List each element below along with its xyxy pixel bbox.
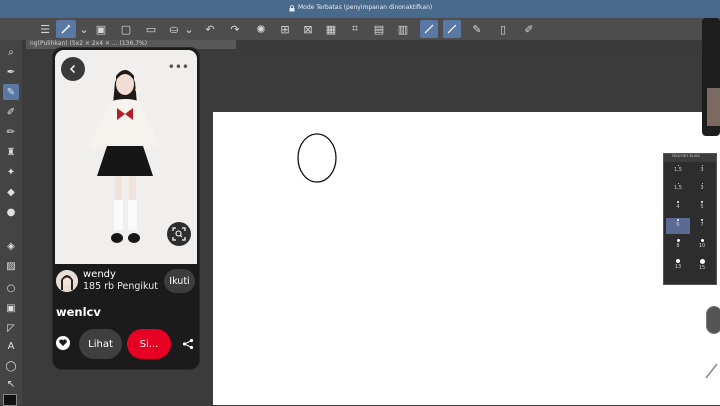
phone-icon[interactable]: ▯ xyxy=(494,20,512,38)
balloon-icon[interactable]: ◯ xyxy=(3,358,19,374)
pencil-active-icon[interactable] xyxy=(443,20,461,38)
back-button[interactable] xyxy=(61,57,85,81)
brush-size-option[interactable]: 7 xyxy=(690,218,714,234)
brush-size-panel: Ukuran kuas 1,5 3 1,5 3 4 5 6 7 8 10 13 … xyxy=(663,153,717,285)
select-icon[interactable] xyxy=(56,20,76,38)
comment-button[interactable] xyxy=(56,336,70,350)
save-button[interactable]: Si... xyxy=(127,329,171,359)
brush-size-option[interactable]: 1,5 xyxy=(666,182,690,198)
brush-size-option[interactable]: 15 xyxy=(690,258,714,274)
transform-icon[interactable]: ⊠ xyxy=(299,20,317,38)
brush-size-header: Ukuran kuas xyxy=(664,154,716,162)
visual-search-button[interactable] xyxy=(167,222,191,246)
follower-count: 185 rb Pengikut xyxy=(83,281,158,292)
pin-image[interactable]: ••• xyxy=(55,50,197,264)
pinterest-overlay: ••• wendy 185 rb Pengikut Ikuti wenlcv L… xyxy=(52,47,200,370)
chevron-left-icon xyxy=(69,64,76,74)
brush-size-option[interactable]: 3 xyxy=(690,164,714,180)
frame-icon[interactable]: ▣ xyxy=(3,300,19,316)
undo-icon[interactable]: ↶ xyxy=(201,20,219,38)
open-icon[interactable]: ▭ xyxy=(142,20,160,38)
main-toolbar: ☰ ⌄ ▣ ▢ ▭ ⛀ ⌄ ↶ ↷ ✺ ⊞ ⊠ ▦ ⌗ ▤ ▥ ✎ ▯ ✐ xyxy=(0,18,720,40)
pen-icon[interactable] xyxy=(420,20,438,38)
user-name[interactable]: wendy xyxy=(83,269,116,280)
color-swatch[interactable] xyxy=(3,394,17,406)
brush-size-option[interactable]: 5 xyxy=(690,200,714,216)
water-icon[interactable]: ● xyxy=(3,204,19,220)
brush-size-option[interactable]: 8 xyxy=(666,238,690,254)
pen-tool-icon[interactable]: ✎ xyxy=(3,84,19,100)
grid-icon[interactable]: ⊞ xyxy=(276,20,294,38)
shape-circle-icon[interactable]: ○ xyxy=(3,280,19,296)
chevron-down-icon[interactable]: ⌄ xyxy=(75,20,93,38)
heart-icon xyxy=(59,339,67,346)
mask-icon[interactable]: ▥ xyxy=(394,20,412,38)
lens-icon xyxy=(172,227,186,241)
navigator-thumbnail xyxy=(707,88,720,126)
eraser-icon[interactable]: ◆ xyxy=(3,184,19,200)
edit-check-icon[interactable]: ✐ xyxy=(520,20,538,38)
side-handle[interactable] xyxy=(706,306,720,334)
document-tab-label: ng(Pulihkan) (5x2 × 2x4 × ... (136,7%) xyxy=(30,40,148,47)
window-title: Mode Terbatas (penyimpanan dinonaktifkan… xyxy=(298,4,433,11)
clear-icon[interactable]: ▦ xyxy=(322,20,340,38)
fill-icon[interactable]: ▤ xyxy=(370,20,388,38)
layer-icon[interactable]: ▣ xyxy=(92,20,110,38)
egg-sketch xyxy=(297,133,337,183)
share-button[interactable] xyxy=(180,336,196,352)
bucket-icon[interactable]: ◈ xyxy=(3,238,19,254)
drawing-canvas[interactable] xyxy=(213,112,720,405)
brush-size-option[interactable]: 3 xyxy=(690,182,714,198)
sparkle-icon[interactable]: ✦ xyxy=(3,164,19,180)
pin-title: wenlcv xyxy=(56,305,101,319)
view-button[interactable]: Lihat xyxy=(79,329,122,359)
marker-icon[interactable]: ✏ xyxy=(3,124,19,140)
eyedropper-icon[interactable]: ✒ xyxy=(3,64,19,80)
move-icon[interactable]: ↖ xyxy=(3,376,19,392)
tool-bar: ⌕ ✒ ✎ ✐ ✏ ♜ ✦ ◆ ● ◈ ▨ ○ ▣ ◸ A ◯ ↖ xyxy=(0,40,22,406)
more-options-button[interactable]: ••• xyxy=(168,60,189,74)
brush-size-option[interactable]: 10 xyxy=(690,238,714,254)
navigator-panel[interactable] xyxy=(702,18,720,136)
brush-size-option[interactable]: 4 xyxy=(666,200,690,216)
export-icon[interactable]: ⌄ xyxy=(180,20,198,38)
settings-icon[interactable]: ✺ xyxy=(252,20,270,38)
edit-icon[interactable]: ✎ xyxy=(468,20,486,38)
title-bar: Mode Terbatas (penyimpanan dinonaktifkan… xyxy=(0,0,720,18)
lock-icon xyxy=(289,5,295,12)
avatar[interactable] xyxy=(56,270,78,292)
share-icon xyxy=(182,338,194,350)
brush-icon[interactable]: ✐ xyxy=(3,104,19,120)
expand-arrow-icon[interactable] xyxy=(703,360,720,382)
crop-icon[interactable]: ⌗ xyxy=(346,20,364,38)
new-icon[interactable]: ▢ xyxy=(117,20,135,38)
gradient-icon[interactable]: ▨ xyxy=(3,258,19,274)
brush-size-option-selected[interactable]: 6 xyxy=(666,218,690,234)
brush-size-option[interactable]: 13 xyxy=(666,258,690,274)
text-icon[interactable]: A xyxy=(3,338,19,354)
magnifier-icon[interactable]: ⌕ xyxy=(3,44,19,60)
follow-button[interactable]: Ikuti xyxy=(164,269,195,293)
menu-icon[interactable]: ☰ xyxy=(36,20,54,38)
stamp-icon[interactable]: ♜ xyxy=(3,144,19,160)
ruler-icon[interactable]: ◸ xyxy=(3,320,19,336)
brush-size-option[interactable]: 1,5 xyxy=(666,164,690,180)
redo-icon[interactable]: ↷ xyxy=(226,20,244,38)
